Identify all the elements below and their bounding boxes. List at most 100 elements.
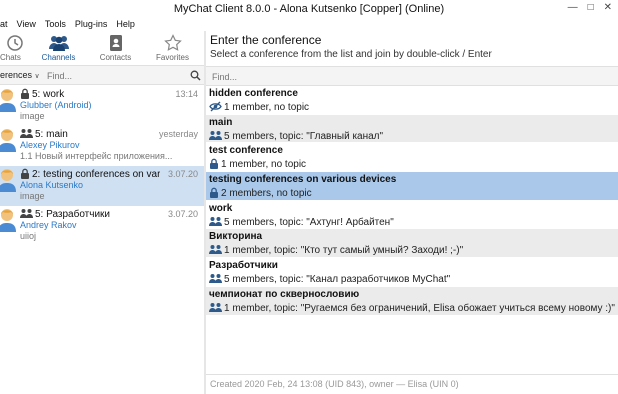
contacts-book-icon <box>109 35 122 51</box>
menu-tools[interactable]: Tools <box>45 19 66 29</box>
channel-last-message: 1.1 Новый интерфейс приложения... <box>20 151 173 161</box>
tab-favorites-label: Favorites <box>156 53 189 62</box>
lock-icon <box>21 88 29 99</box>
group-icon <box>209 216 222 226</box>
app-window: MyChat Client 8.0.0 - Alona Kutsenko [Co… <box>0 0 618 394</box>
window-controls: — □ ✕ <box>568 3 612 13</box>
channel-title: 2: testing conferences on vari... <box>20 168 160 180</box>
channel-last-user: Glubber (Android) <box>20 100 92 110</box>
tab-chats-label: Chats <box>0 53 21 62</box>
channel-time: 3.07.20 <box>167 209 198 219</box>
conference-row[interactable]: Викторина 1 member, topic: "Кто тут самы… <box>206 229 618 259</box>
avatar <box>0 209 16 232</box>
tab-chats[interactable]: Chats <box>0 31 30 65</box>
chevron-down-icon: ∨ <box>34 73 40 80</box>
channel-last-user: Alexey Pikurov <box>20 140 80 150</box>
tab-contacts[interactable]: Contacts <box>87 31 144 65</box>
menu-plugins[interactable]: Plug-ins <box>75 19 108 29</box>
channel-time: yesterday <box>158 129 198 139</box>
panel-heading: Enter the conference <box>210 33 322 47</box>
channel-time: 13:14 <box>175 89 198 99</box>
group-icon <box>209 245 222 255</box>
title-bar: MyChat Client 8.0.0 - Alona Kutsenko [Co… <box>0 0 618 17</box>
channel-title: 5: main <box>20 128 160 140</box>
left-pane: Chats Channels Contacts Favorites erence… <box>0 31 204 394</box>
tab-channels[interactable]: Channels <box>30 31 87 65</box>
conference-name: чемпионат по сквернословию <box>209 288 360 300</box>
conference-details: 5 members, topic: "Главный канал" <box>209 130 383 142</box>
channel-item[interactable]: 5: main yesterday Alexey Pikurov 1.1 Нов… <box>0 126 204 166</box>
tab-contacts-label: Contacts <box>99 53 132 62</box>
tab-favorites[interactable]: Favorites <box>144 31 201 65</box>
channel-type-dropdown[interactable]: erences ∨ <box>0 70 40 80</box>
group-icon <box>209 274 222 284</box>
channel-title: 5: Разработчики <box>20 208 160 220</box>
channel-title: 5: work <box>20 88 160 100</box>
conference-details: 1 member, topic: "Кто тут самый умный? З… <box>209 244 463 256</box>
conference-row[interactable]: чемпионат по сквернословию 1 member, top… <box>206 286 618 316</box>
conference-name: test conference <box>209 145 283 157</box>
group-icon <box>20 209 33 218</box>
menu-bar: at View Tools Plug-ins Help <box>0 17 618 31</box>
channel-list: 5: work 13:14 Glubber (Android) image 5:… <box>0 86 204 246</box>
channel-last-user: Andrey Rakov <box>20 220 77 230</box>
conference-info-footer: Created 2020 Feb, 24 13:08 (UID 843), ow… <box>206 374 618 394</box>
conference-search-bar <box>206 66 618 86</box>
star-icon <box>163 34 182 51</box>
conference-name: work <box>209 202 233 214</box>
nav-tabs: Chats Channels Contacts Favorites <box>0 31 204 65</box>
conference-name: main <box>209 116 233 128</box>
conference-row[interactable]: hidden conference 1 member, no topic <box>206 86 618 115</box>
conference-name: testing conferences on various devices <box>209 174 397 186</box>
conference-search-input[interactable] <box>212 69 592 84</box>
menu-help[interactable]: Help <box>116 19 135 29</box>
conference-details: 1 member, topic: "Ругаемся без ограничен… <box>209 302 615 314</box>
conference-name: Викторина <box>209 231 263 243</box>
channel-item[interactable]: 5: Разработчики 3.07.20 Andrey Rakov uii… <box>0 206 204 246</box>
conference-details: 1 member, no topic <box>209 158 306 170</box>
lock-icon <box>210 159 218 170</box>
conference-name: Разработчики <box>209 260 278 272</box>
group-icon <box>48 36 69 51</box>
conference-details: 2 members, no topic <box>209 187 312 199</box>
panel-subheading: Select a conference from the list and jo… <box>210 49 492 60</box>
channel-item[interactable]: 5: work 13:14 Glubber (Android) image <box>0 86 204 126</box>
conference-row[interactable]: Разработчики 5 members, topic: "Канал ра… <box>206 258 618 287</box>
conference-row[interactable]: work 5 members, topic: "Ахтунг! Арбайтен… <box>206 201 618 230</box>
minimize-button[interactable]: — <box>568 3 578 13</box>
conference-list: hidden conference 1 member, no topic mai… <box>206 86 618 316</box>
menu-view[interactable]: View <box>17 19 36 29</box>
tab-channels-label: Channels <box>41 53 76 62</box>
close-button[interactable]: ✕ <box>604 3 612 13</box>
avatar <box>0 129 16 152</box>
conference-row[interactable]: testing conferences on various devices 2… <box>206 172 618 201</box>
conference-row[interactable]: test conference 1 member, no topic <box>206 143 618 173</box>
conference-name: hidden conference <box>209 88 298 99</box>
channel-last-message: image <box>20 191 45 201</box>
channel-last-user: Alona Kutsenko <box>20 180 84 190</box>
conference-details: 5 members, topic: "Ахтунг! Арбайтен" <box>209 216 394 228</box>
channel-item[interactable]: 2: testing conferences on vari... 3.07.2… <box>0 166 204 206</box>
channel-last-message: uiioj <box>20 231 37 241</box>
conference-panel: Enter the conference Select a conference… <box>206 31 618 394</box>
conference-created-info: Created 2020 Feb, 24 13:08 (UID 843), ow… <box>210 379 459 389</box>
conference-details: 1 member, no topic <box>209 101 309 113</box>
group-icon <box>209 302 222 312</box>
conference-details: 5 members, topic: "Канал разработчиков M… <box>209 273 450 285</box>
avatar <box>0 89 16 112</box>
group-icon <box>20 129 33 138</box>
group-icon <box>209 130 222 140</box>
lock-icon <box>210 187 218 199</box>
search-icon[interactable] <box>190 70 201 81</box>
maximize-button[interactable]: □ <box>588 3 594 13</box>
window-title: MyChat Client 8.0.0 - Alona Kutsenko [Co… <box>173 3 445 15</box>
conference-row[interactable]: main 5 members, topic: "Главный канал" <box>206 114 618 144</box>
channel-filter-bar: erences ∨ <box>0 65 204 85</box>
channel-time: 3.07.20 <box>167 169 198 179</box>
lock-icon <box>21 168 29 179</box>
avatar <box>0 169 16 192</box>
hidden-eye-icon <box>209 101 222 112</box>
menu-chat[interactable]: at <box>0 19 8 29</box>
channel-last-message: image <box>20 111 45 121</box>
channel-search-input[interactable] <box>44 68 194 83</box>
